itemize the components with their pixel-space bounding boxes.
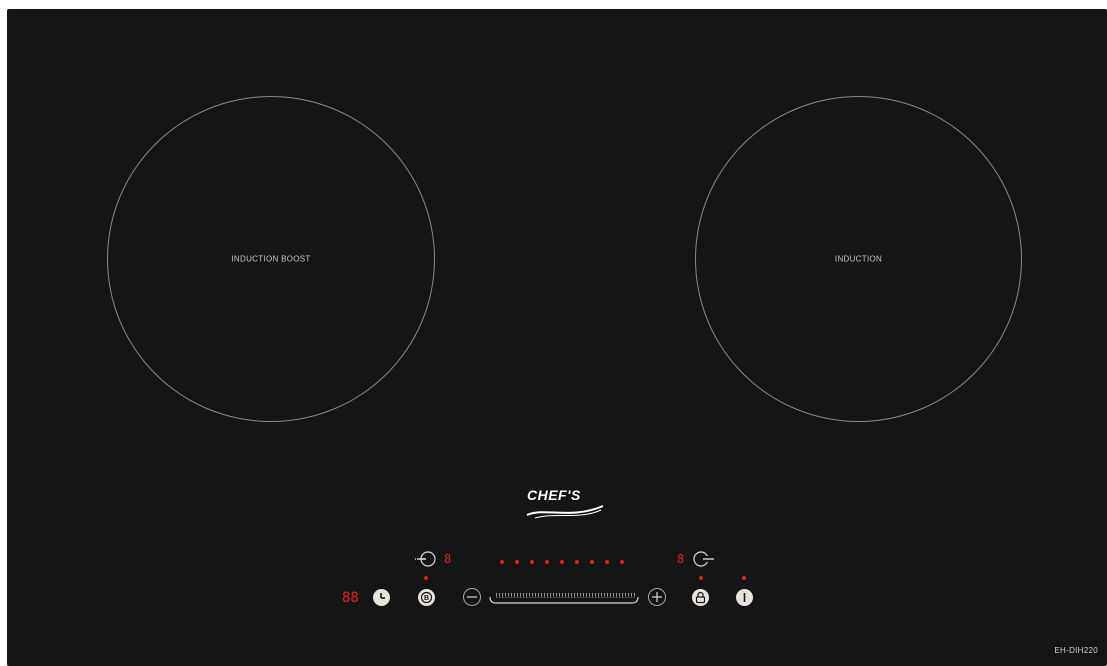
power-level-dot [545,560,549,564]
power-level-dot [605,560,609,564]
power-level-dot [500,560,504,564]
zone-left-label: INDUCTION BOOST [231,254,311,264]
power-slider[interactable] [487,591,641,605]
power-level-dot [575,560,579,564]
lock-indicator-led [699,576,703,580]
zone-left-select-icon[interactable] [415,550,437,568]
boost-icon: B [420,591,433,604]
power-level-indicator [500,560,630,566]
left-zone-level-display: 8 [444,552,452,566]
minus-icon[interactable] [462,587,482,607]
timer-button[interactable] [373,589,390,606]
clock-icon [380,593,385,599]
power-level-dot [560,560,564,564]
timer-display: 88 [342,590,359,606]
zone-right-select-icon[interactable] [691,550,715,568]
lock-button[interactable] [692,589,709,606]
power-level-dot [530,560,534,564]
svg-text:B: B [424,595,429,602]
cooking-zone-left: INDUCTION BOOST [107,96,435,422]
boost-button[interactable]: B [418,589,435,606]
cooktop-surface: INDUCTION BOOST INDUCTION CHEF'S 8 8 88 … [7,9,1107,666]
right-zone-level-display: 8 [677,552,685,566]
cooking-zone-right: INDUCTION [695,96,1022,422]
model-number: EH-DIH220 [1054,646,1098,655]
power-level-dot [620,560,624,564]
lock-icon [695,591,706,604]
power-level-dot [515,560,519,564]
brand-logo: CHEF'S [525,487,605,521]
boost-indicator-led [424,576,428,580]
power-icon [743,593,746,602]
zone-right-label: INDUCTION [834,254,883,264]
brand-swoosh [526,505,604,519]
power-level-dot [590,560,594,564]
plus-icon[interactable] [647,587,667,607]
power-button[interactable] [736,589,753,606]
power-indicator-led [742,576,746,580]
